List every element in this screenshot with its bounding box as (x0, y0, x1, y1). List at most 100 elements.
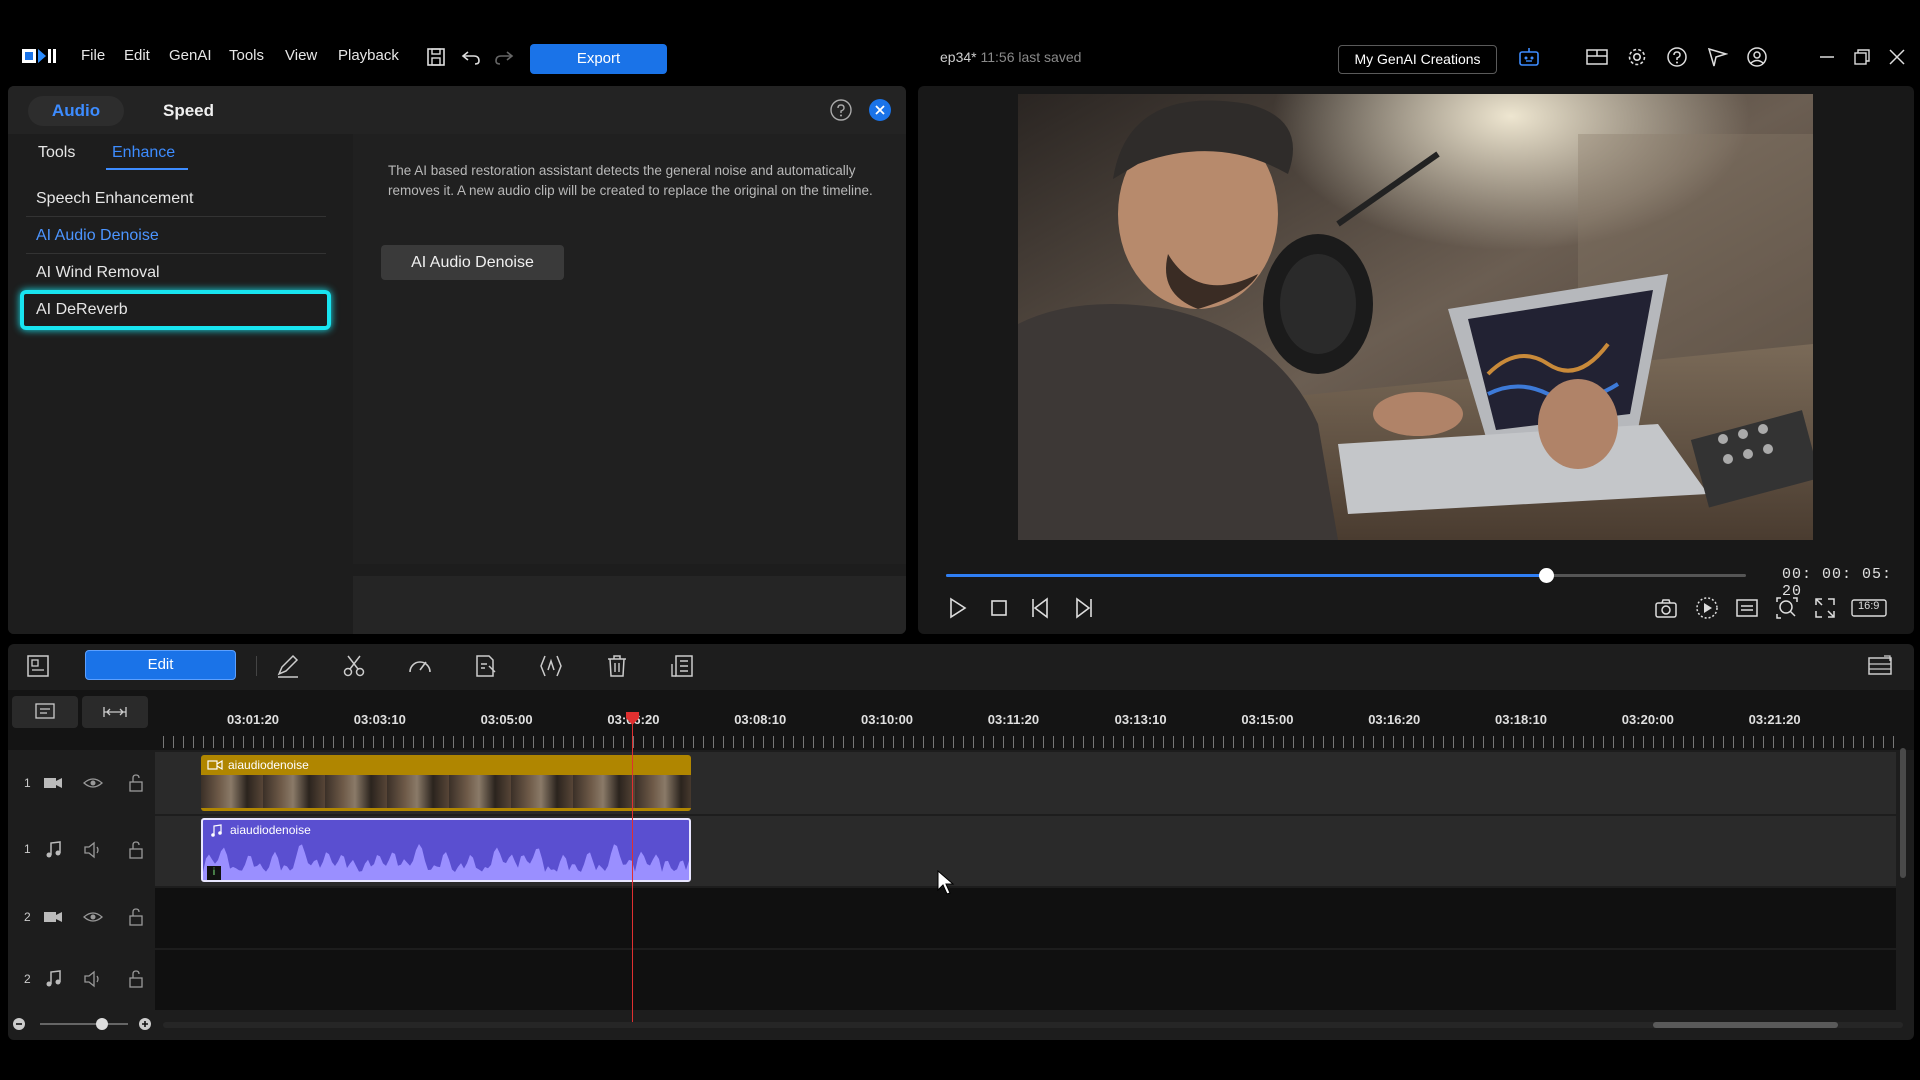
seek-progress (946, 574, 1546, 577)
horizontal-scrollbar[interactable] (163, 1022, 1903, 1028)
more-features-icon[interactable] (668, 652, 696, 680)
track-lane[interactable] (155, 888, 1896, 948)
my-genai-creations-button[interactable]: My GenAI Creations (1338, 45, 1497, 74)
zoom-out-icon[interactable] (12, 1017, 26, 1031)
tab-audio[interactable]: Audio (28, 96, 124, 126)
aspect-ratio-icon[interactable]: 16:9 (1850, 595, 1888, 621)
feature-ai-wind-removal[interactable]: AI Wind Removal (36, 264, 160, 282)
feature-ai-dereverb[interactable]: AI DeReverb (20, 290, 331, 330)
fullscreen-icon[interactable] (1812, 595, 1838, 621)
help-icon[interactable] (1666, 46, 1688, 68)
play-icon[interactable] (944, 595, 970, 621)
video-clip[interactable]: aiaudiodenoise (201, 755, 691, 811)
ruler-time-label: 03:05:00 (480, 712, 533, 727)
menu-genai[interactable]: GenAI (169, 47, 212, 64)
clip-thumbnails (201, 775, 691, 808)
minimize-icon[interactable] (1816, 46, 1838, 68)
track-header: 2 (8, 888, 153, 948)
next-frame-icon[interactable] (1070, 595, 1096, 621)
save-status: 11:56 last saved (980, 49, 1082, 65)
menu-file[interactable]: File (81, 47, 105, 64)
video-track-2: 2 (8, 888, 1896, 948)
feature-speech-enhancement[interactable]: Speech Enhancement (36, 190, 193, 208)
undo-icon[interactable] (460, 46, 482, 68)
save-icon[interactable] (425, 46, 447, 68)
track-number: 1 (24, 776, 31, 790)
video-camera-icon (43, 773, 63, 793)
subtab-enhance[interactable]: Enhance (112, 144, 175, 162)
lock-icon[interactable] (126, 773, 146, 793)
ruler-time-label: 03:11:20 (987, 712, 1040, 727)
subtab-active-indicator (106, 168, 188, 170)
speaker-volume-icon[interactable] (83, 840, 103, 860)
split-scissors-icon[interactable] (340, 652, 368, 680)
settings-gear-icon[interactable] (1626, 46, 1648, 68)
speed-gauge-icon[interactable] (406, 652, 434, 680)
tab-speed[interactable]: Speed (163, 96, 214, 126)
clip-info-icon[interactable]: i (207, 866, 221, 880)
audio-clip[interactable]: aiaudiodenoise i (201, 818, 691, 882)
feature-ai-audio-denoise[interactable]: AI Audio Denoise (36, 227, 159, 245)
keyframe-edit-icon[interactable] (471, 652, 499, 680)
zoom-in-icon[interactable] (138, 1017, 152, 1031)
playhead[interactable] (626, 712, 639, 1022)
export-button[interactable]: Export (530, 44, 667, 74)
menu-tools[interactable]: Tools (229, 47, 264, 64)
track-lane[interactable] (155, 950, 1896, 1010)
ai-audio-denoise-button[interactable]: AI Audio Denoise (381, 245, 564, 280)
panel-help-icon[interactable] (829, 98, 853, 122)
track-number: 1 (24, 842, 31, 856)
lock-icon[interactable] (126, 840, 146, 860)
seek-handle[interactable] (1539, 568, 1554, 583)
stop-icon[interactable] (986, 595, 1012, 621)
zoom-slider[interactable] (40, 1018, 128, 1030)
account-icon[interactable] (1746, 46, 1768, 68)
ruler-time-label: 03:08:10 (734, 712, 787, 727)
audio-track-2: 2 (8, 950, 1896, 1010)
subtitle-icon[interactable] (1734, 595, 1760, 621)
lock-icon[interactable] (126, 969, 146, 989)
previous-frame-icon[interactable] (1028, 595, 1054, 621)
track-manager-button[interactable] (12, 696, 78, 728)
mouse-cursor-icon (937, 870, 955, 896)
speaker-volume-icon[interactable] (83, 969, 103, 989)
preview-timecode: 00: 00: 05: 20 (1782, 566, 1893, 600)
snapshot-camera-icon[interactable] (1653, 595, 1679, 621)
feedback-icon[interactable] (1706, 46, 1728, 68)
ai-assistant-icon[interactable] (1518, 46, 1540, 68)
track-number: 2 (24, 910, 31, 924)
restore-icon[interactable] (1851, 46, 1873, 68)
close-window-icon[interactable] (1886, 46, 1908, 68)
redo-icon[interactable] (493, 46, 515, 68)
title-bar: File Edit GenAI Tools View Playback Expo… (0, 0, 1920, 84)
video-preview-image (1018, 94, 1813, 540)
delete-trash-icon[interactable] (603, 652, 631, 680)
panel-close-icon[interactable] (868, 98, 892, 122)
layout-icon[interactable] (1586, 46, 1608, 68)
music-note-icon (43, 840, 63, 860)
visibility-eye-icon[interactable] (83, 907, 103, 927)
edit-button[interactable]: Edit (85, 650, 236, 680)
preview-quality-icon[interactable] (1694, 595, 1720, 621)
menu-playback[interactable]: Playback (338, 47, 399, 64)
lock-icon[interactable] (126, 907, 146, 927)
vertical-scrollbar[interactable] (1900, 748, 1906, 878)
zoom-slider-handle[interactable] (95, 1018, 108, 1030)
menu-view[interactable]: View (285, 47, 317, 64)
panel-footer (353, 576, 906, 634)
preview-seek-bar[interactable] (946, 568, 1746, 583)
timeline-layout-icon[interactable] (1866, 652, 1894, 680)
subtab-tools[interactable]: Tools (38, 144, 75, 162)
ruler-time-label: 03:21:20 (1748, 712, 1801, 727)
pen-tool-icon[interactable] (274, 652, 302, 680)
audio-clip-icon (209, 824, 223, 838)
audio-mixing-icon[interactable] (537, 652, 565, 680)
track-header: 1 (8, 816, 153, 886)
menu-edit[interactable]: Edit (124, 47, 150, 64)
video-camera-icon (43, 907, 63, 927)
fit-timeline-button[interactable] (82, 696, 148, 728)
media-library-icon[interactable] (24, 652, 52, 680)
zoom-preview-icon[interactable] (1774, 595, 1800, 621)
scrollbar-thumb[interactable] (1653, 1022, 1838, 1028)
visibility-eye-icon[interactable] (83, 773, 103, 793)
